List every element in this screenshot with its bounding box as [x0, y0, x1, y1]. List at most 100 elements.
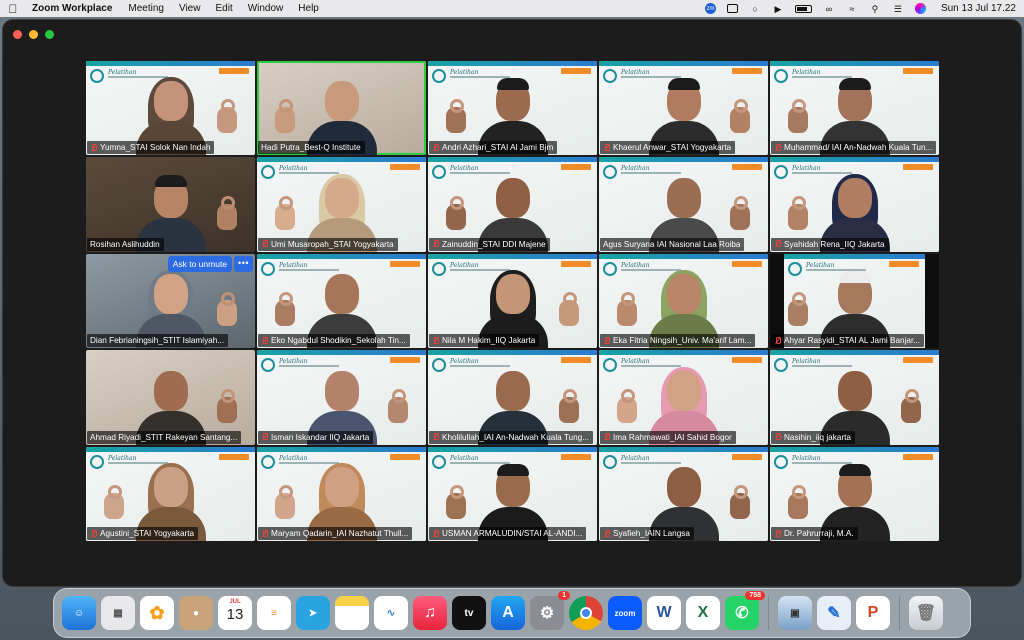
participant-tile[interactable]: Pelatihan Yumna_STAI Solok Nan Indah: [86, 61, 255, 156]
menu-window[interactable]: Window: [248, 3, 284, 14]
ok-hand-gesture: [446, 195, 466, 230]
ask-to-unmute-button[interactable]: Ask to unmute: [167, 255, 233, 272]
battery-icon[interactable]: [794, 4, 812, 13]
launchpad-icon[interactable]: ▦: [101, 596, 135, 630]
cap: [838, 271, 871, 284]
participant-tile[interactable]: Pelatihan Maryam Qadarin_IAI Nazhatut Thu…: [257, 446, 426, 541]
app-store-icon[interactable]: A: [491, 596, 525, 630]
menu-help[interactable]: Help: [298, 3, 319, 14]
calendar-icon[interactable]: JUL 13: [218, 596, 252, 630]
zoom-status-icon[interactable]: zm: [704, 3, 716, 14]
participant-tile[interactable]: Pelatihan Andri Azhari_STAI Al Jami Bjm: [428, 61, 597, 156]
ok-hand-gesture: [730, 99, 750, 134]
banner-title: Pelatihan: [450, 69, 479, 76]
pencil-icon[interactable]: ✎: [817, 596, 851, 630]
ok-hand-gesture: [275, 99, 295, 134]
participant-tile[interactable]: Pelatihan Syafieh_IAIN Langsa: [599, 446, 768, 541]
face: [324, 274, 359, 315]
preview-icon[interactable]: ▣: [778, 596, 812, 630]
participant-tile[interactable]: Hadi Putra_Best-Q Institute: [257, 61, 426, 156]
link-icon[interactable]: ∞: [823, 4, 835, 14]
notes-icon[interactable]: [335, 596, 369, 630]
participant-name: Andri Azhari_STAI Al Jami Bjm: [442, 143, 554, 153]
reminders-icon[interactable]: ≡: [257, 596, 291, 630]
participant-name: Nasihin_iiq jakarta: [784, 432, 851, 442]
apple-icon[interactable]: : [8, 2, 18, 16]
face: [153, 81, 188, 122]
participant-name: Dr. Pahrurraji, M.A.: [784, 529, 854, 538]
participant-tile[interactable]: Dian Febrianingsih_STIT Islamiyah... Ask …: [86, 253, 255, 349]
system-settings-icon[interactable]: ⚙ 1: [530, 591, 570, 630]
freeform-icon[interactable]: ∿: [374, 596, 408, 630]
participant-tile[interactable]: Pelatihan Zainuddin_STAI DDI Majene: [428, 157, 597, 252]
participant-tile[interactable]: Ahmad Riyadi_STIT Rakeyan Santang...: [86, 350, 255, 445]
participant-tile[interactable]: Pelatihan Muhammad/ IAI An-Nadwah Kuala T…: [770, 61, 939, 156]
participant-tile[interactable]: Pelatihan Syahidah Rena_IIQ Jakarta: [770, 157, 939, 252]
participant-name: Syahidah Rena_IIQ Jakarta: [784, 239, 885, 249]
word-icon[interactable]: W: [647, 596, 681, 630]
mic-muted-icon: [603, 143, 610, 152]
menu-view[interactable]: View: [179, 3, 201, 14]
participant-tile[interactable]: Pelatihan Agustini_STAI Yogyakarta: [86, 446, 255, 541]
finder-icon[interactable]: ☺: [62, 596, 96, 630]
face: [666, 370, 701, 411]
participant-name: Ahyar Rasyidi_STAI AL Jami Banjar...: [784, 336, 921, 346]
minimize-window-button[interactable]: [29, 30, 38, 39]
contacts-icon[interactable]: ●: [179, 596, 213, 630]
upload-icon[interactable]: [726, 4, 738, 13]
participant-tile[interactable]: Pelatihan Ima Rahmawati_IAI Sahid Bogor: [599, 350, 768, 445]
participant-tile[interactable]: Pelatihan Umi Musaropah_STAI Yogyakarta: [257, 157, 426, 252]
siri-icon[interactable]: [914, 3, 926, 14]
participant-tile[interactable]: Pelatihan Dr. Pahrurraji, M.A.: [770, 446, 939, 541]
dock-separator: [899, 596, 900, 630]
participant-nameplate: Khaerul Anwar_STAI Yogyakarta: [600, 141, 736, 155]
logo-icon: [774, 358, 788, 373]
menu-meeting[interactable]: Meeting: [128, 3, 164, 14]
participant-tile[interactable]: Pelatihan Eka Fitria Ningsih_Univ. Ma'ari…: [599, 253, 768, 349]
banner-strip: [770, 446, 939, 452]
logo-icon: [432, 69, 446, 83]
ok-hand-gesture: [788, 195, 808, 230]
menu-edit[interactable]: Edit: [215, 3, 232, 14]
control-center-icon[interactable]: ☰: [892, 4, 904, 14]
maximize-window-button[interactable]: [45, 30, 54, 39]
whatsapp-icon[interactable]: ✆ 758: [725, 591, 765, 630]
participant-nameplate: USMAN ARMALUDIN/STAI AL-ANDI...: [429, 527, 587, 540]
participant-tile[interactable]: Pelatihan Khaerul Anwar_STAI Yogyakarta: [599, 61, 768, 156]
participant-tile[interactable]: Pelatihan Agus Suryana IAI Nasional Laa R…: [599, 157, 768, 252]
wifi-icon[interactable]: ≈: [846, 4, 858, 14]
excel-icon[interactable]: X: [686, 596, 720, 630]
participant-tile[interactable]: Pelatihan Eko Ngabdul Shodikin_Sekolah Ti…: [257, 253, 426, 349]
more-options-button[interactable]: •••: [234, 255, 253, 272]
ok-hand-gesture: [730, 485, 750, 519]
photos-icon[interactable]: ✿: [140, 596, 174, 630]
telegram-icon[interactable]: ➤: [296, 596, 330, 630]
participant-tile[interactable]: Pelatihan Ahyar Rasyidi_STAI AL Jami Banj…: [770, 253, 939, 349]
participant-tile[interactable]: Pelatihan Nasihin_iiq jakarta: [770, 350, 939, 445]
screen-mirror-icon[interactable]: ○: [749, 4, 761, 14]
cap: [838, 464, 871, 476]
ok-hand-gesture: [788, 292, 808, 327]
play-icon[interactable]: ▶: [772, 4, 784, 14]
close-window-button[interactable]: [13, 30, 22, 39]
participant-name: Agustini_STAI Yogyakarta: [100, 529, 195, 538]
trash-icon[interactable]: 🗑: [909, 596, 943, 630]
apple-tv-icon[interactable]: tv: [452, 596, 486, 630]
participant-tile[interactable]: Pelatihan Kholilullah_IAI An-Nadwah Kuala…: [428, 350, 597, 445]
participant-tile[interactable]: Pelatihan Nila M Hakim_IIQ Jakarta: [428, 253, 597, 349]
logo-icon: [603, 69, 617, 83]
participant-tile[interactable]: Rosihan Aslihuddin: [86, 157, 255, 252]
participant-tile[interactable]: Pelatihan Isman Iskandar IIQ Jakarta: [257, 350, 426, 445]
chrome-icon[interactable]: [569, 596, 603, 630]
participant-name: Nila M Hakim_IIQ Jakarta: [442, 336, 536, 346]
zoom-icon[interactable]: zoom: [608, 596, 642, 630]
menu-app-name[interactable]: Zoom Workplace: [32, 3, 112, 14]
banner-strip: [428, 350, 597, 356]
participant-tile[interactable]: Pelatihan USMAN ARMALUDIN/STAI AL-ANDI...: [428, 446, 597, 541]
powerpoint-icon[interactable]: P: [856, 596, 890, 630]
logo-icon: [432, 454, 446, 469]
search-icon[interactable]: ⚲: [869, 4, 881, 14]
participant-nameplate: Kholilullah_IAI An-Nadwah Kuala Tung...: [429, 430, 594, 444]
music-icon[interactable]: ♫: [413, 596, 447, 630]
menu-datetime[interactable]: Sun 13 Jul 17.22: [941, 3, 1016, 14]
